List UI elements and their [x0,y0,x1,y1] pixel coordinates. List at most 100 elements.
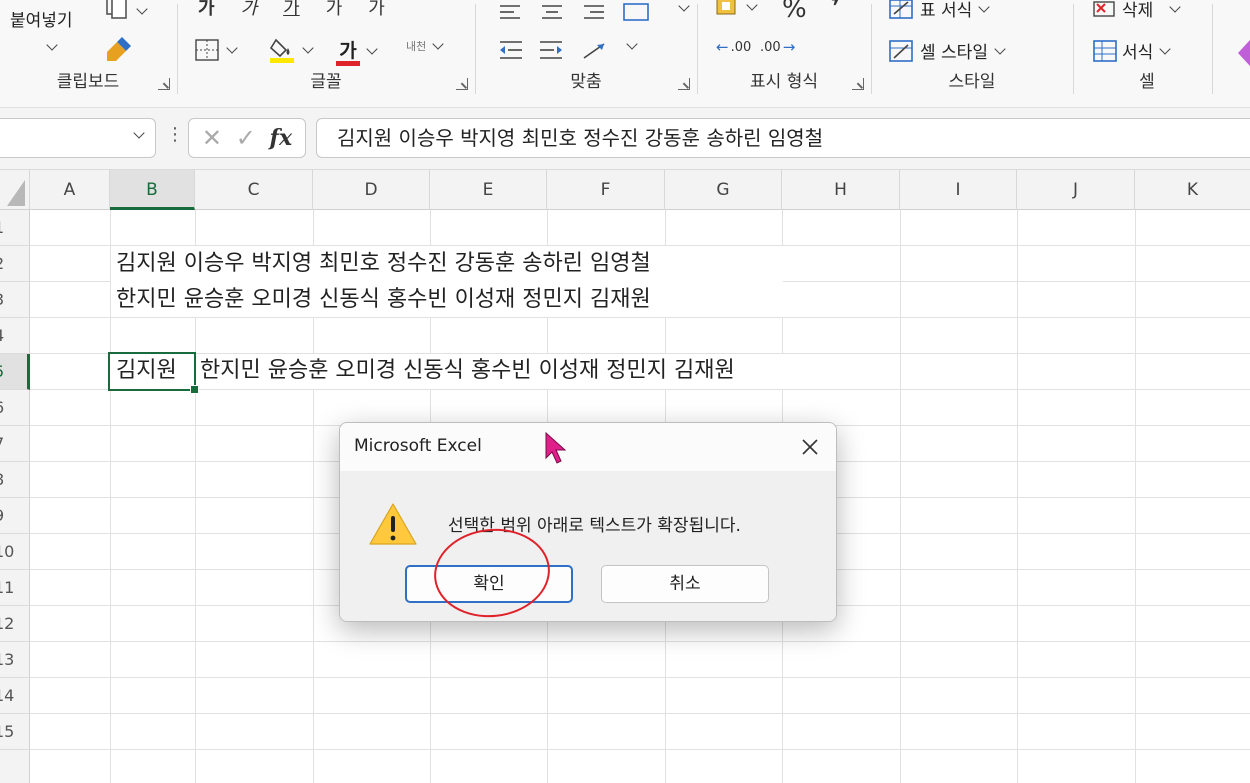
cell-c5[interactable]: 한지민 윤승훈 오미경 신동식 홍수빈 이성재 정민지 김재원 [200,353,735,389]
delete-cells-button[interactable]: 삭제 [1092,0,1181,21]
column-header-j[interactable]: J [1017,170,1135,210]
formula-buttons: ✕ ✓ fx [188,118,306,158]
font-group-label: 글꼴 [310,72,342,92]
indent-buttons-icon[interactable] [496,38,636,64]
editing-group-icon[interactable] [1232,40,1250,66]
name-box[interactable] [0,118,156,158]
align-buttons-icon[interactable] [496,2,666,24]
fill-color-button[interactable] [268,36,314,64]
confirm-entry-icon[interactable]: ✓ [236,124,256,152]
font-launcher-icon[interactable] [456,78,468,90]
strike-glyph: 가 [325,0,343,19]
bold-glyph: 가 [198,0,215,19]
row-header[interactable]: 10 [0,534,30,570]
row-header[interactable]: 7 [0,426,30,462]
percent-button[interactable]: % [782,0,807,24]
alignment-group-label: 맞춤 [570,72,602,92]
column-header-i[interactable]: I [900,170,1017,210]
gridline [30,749,1250,750]
warning-icon [369,503,417,545]
select-all-icon [7,180,25,206]
paste-button[interactable]: 붙여넣기 [10,6,73,51]
cell-styles-icon [889,39,913,62]
row-header[interactable]: 14 [0,678,30,714]
row-header[interactable]: 13 [0,642,30,678]
close-button[interactable] [792,429,828,465]
column-header-b[interactable]: B [110,170,195,210]
dialog-title: Microsoft Excel [354,436,482,456]
borders-button[interactable] [194,38,238,62]
chevron-down-icon [226,42,238,54]
column-header-c[interactable]: C [195,170,313,210]
chevron-down-icon [978,0,990,13]
styles-group: 표 서식 셀 스타일 스타일 [872,0,1072,100]
row-header[interactable]: 6 [0,390,30,426]
gridline [30,641,1250,642]
row-header[interactable]: 3 [0,282,30,318]
format-cells-icon [1093,39,1117,62]
clipboard-group: 붙여넣기 클립보드 [0,0,176,100]
row-header[interactable]: 9 [0,498,30,534]
row-headers: 1 2 3 4 5 6 7 8 9 10 11 12 13 14 15 [0,210,30,783]
accounting-format-button[interactable] [714,0,758,18]
font-color-glyph: 가 [339,40,357,62]
number-group-label: 표시 형식 [750,72,818,92]
copy-button[interactable] [104,0,148,22]
alignment-launcher-icon[interactable] [678,78,690,90]
gridline [30,713,1250,714]
cell-styles-button[interactable]: 셀 스타일 [888,38,1006,63]
cell-b2[interactable]: 김지원 이승우 박지영 최민호 정수진 강동훈 송하린 임영철 [116,246,651,282]
cells-group-label: 셀 [1139,72,1155,92]
column-header-a[interactable]: A [30,170,110,210]
format-painter-button[interactable] [104,34,134,64]
font-color-button[interactable]: 가 [336,36,378,66]
column-header-h[interactable]: H [782,170,900,210]
column-headers: A B C D E F G H I J K [0,170,1250,210]
select-all-corner[interactable] [0,170,30,210]
font-color-swatch [336,61,360,66]
font-style-buttons[interactable]: 가 가 가 가 가 [198,0,385,20]
formula-input[interactable]: 김지원 이승우 박지영 최민호 정수진 강동훈 송하린 임영철 [316,118,1250,158]
row-header[interactable]: 2 [0,246,30,282]
more-options-icon[interactable]: ⋮ [166,124,184,145]
chevron-down-icon [1159,42,1171,55]
chevron-down-icon [136,3,148,15]
insert-function-icon[interactable]: fx [270,125,293,151]
row-header[interactable]: 1 [0,210,30,246]
row-header[interactable]: 15 [0,714,30,750]
cell-b3[interactable]: 한지민 윤승훈 오미경 신동식 홍수빈 이성재 정민지 김재원 [116,282,651,318]
chevron-down-icon[interactable] [678,0,690,12]
cell-b5[interactable]: 김지원 [116,353,177,389]
increase-decimal-label: .00 [730,39,752,55]
phonetic-glyph: 내천 [406,40,427,53]
cancel-entry-icon[interactable]: ✕ [202,124,222,152]
table-format-icon [889,0,913,19]
decrease-decimal-button[interactable]: .00 → [760,38,795,56]
chevron-down-icon [366,43,378,55]
column-header-k[interactable]: K [1135,170,1250,210]
format-as-table-button[interactable]: 표 서식 [888,0,990,21]
row-header-selected[interactable]: 5 [0,354,30,390]
number-group: % ❜ ← .00 .00 → 표시 형식 [698,0,870,100]
column-header-g[interactable]: G [665,170,782,210]
column-header-e[interactable]: E [430,170,547,210]
column-header-d[interactable]: D [313,170,430,210]
phonetic-button[interactable]: 내천 [406,38,444,54]
comma-button[interactable]: ❜ [830,0,840,25]
mouse-cursor-icon [545,432,567,464]
row-header[interactable]: 8 [0,462,30,498]
gridline [30,389,1250,390]
clipboard-launcher-icon[interactable] [158,78,170,90]
format-cells-button[interactable]: 서식 [1092,38,1171,63]
borders-icon [195,39,219,61]
cancel-button[interactable]: 취소 [601,565,769,603]
row-header[interactable]: 4 [0,318,30,354]
ribbon: 붙여넣기 클립보드 가 가 가 가 가 가 내천 글꼴 맞춤 % ❜ ← .00… [0,0,1250,108]
row-header[interactable]: 12 [0,606,30,642]
dialog-titlebar[interactable]: Microsoft Excel [340,423,836,471]
row-header[interactable]: 11 [0,570,30,606]
number-launcher-icon[interactable] [852,78,864,90]
increase-decimal-button[interactable]: ← .00 [716,38,751,56]
column-header-f[interactable]: F [547,170,665,210]
font-color-icon: 가 [336,36,360,66]
